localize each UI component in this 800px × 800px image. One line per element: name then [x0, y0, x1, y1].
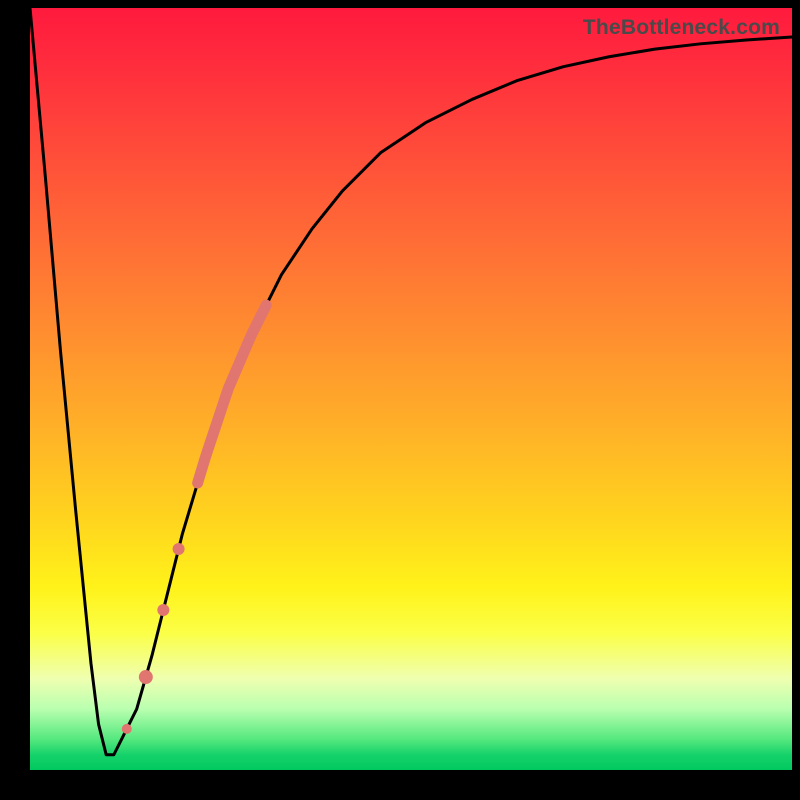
highlight-segment	[198, 305, 267, 483]
dot-d	[122, 724, 132, 734]
curve-main	[30, 8, 792, 755]
dot-b	[157, 604, 169, 616]
dot-a	[173, 543, 185, 555]
plot-area: TheBottleneck.com	[30, 8, 792, 770]
chart-svg	[30, 8, 792, 770]
watermark-text: TheBottleneck.com	[583, 16, 780, 40]
chart-frame: TheBottleneck.com	[0, 0, 800, 800]
dot-c	[139, 670, 153, 684]
